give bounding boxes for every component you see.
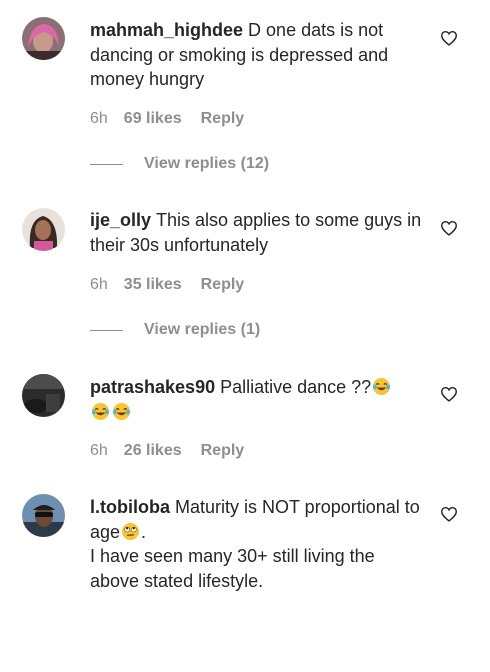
heart-outline-icon[interactable] [440, 386, 458, 402]
divider-line [90, 329, 123, 331]
comment-text: Palliative dance ?? [220, 377, 372, 397]
comment-time: 6h [90, 442, 108, 459]
avatar[interactable] [22, 208, 65, 251]
comment-username[interactable]: l.tobiloba [90, 497, 170, 517]
comment-body: patrashakes90 Palliative dance ?? [90, 375, 425, 424]
view-replies-label: View replies (12) [144, 155, 270, 172]
comment-text-end: . [141, 521, 147, 542]
avatar[interactable] [22, 374, 65, 417]
comment-likes[interactable]: 69 likes [124, 110, 182, 128]
comment-username[interactable]: patrashakes90 [90, 377, 215, 397]
reply-button[interactable]: Reply [201, 276, 245, 294]
view-replies-button[interactable]: View replies (1) [90, 321, 260, 339]
comment-time: 6h [90, 110, 108, 127]
comment-text-line: I have seen many 30+ still living the ab… [90, 546, 380, 591]
heart-outline-icon[interactable] [440, 506, 458, 522]
comment-body: mahmah_highdee D one dats is not dancing … [90, 18, 425, 92]
view-replies-label: View replies (1) [144, 321, 261, 338]
avatar[interactable] [22, 494, 65, 537]
comment-meta: 6h 26 likes Reply [90, 442, 244, 460]
comment-likes[interactable]: 35 likes [124, 276, 182, 294]
comment-body: ije_olly This also applies to some guys i… [90, 208, 425, 257]
view-replies-button[interactable]: View replies (12) [90, 155, 269, 173]
heart-outline-icon[interactable] [440, 30, 458, 46]
reply-button[interactable]: Reply [201, 442, 245, 460]
face-with-tears-of-joy-icon [373, 377, 391, 396]
comment-likes[interactable]: 26 likes [124, 442, 182, 460]
comment-meta: 6h 69 likes Reply [90, 110, 244, 128]
divider-line [90, 163, 123, 165]
comment-username[interactable]: ije_olly [90, 210, 151, 230]
comment-body: l.tobiloba Maturity is NOT proportional t… [90, 495, 425, 593]
face-with-tears-of-joy-icon [91, 402, 110, 420]
face-with-rolling-eyes-icon [121, 522, 140, 540]
reply-button[interactable]: Reply [201, 110, 245, 128]
heart-outline-icon[interactable] [440, 220, 458, 236]
avatar[interactable] [22, 17, 65, 60]
face-with-tears-of-joy-icon [112, 402, 131, 420]
comment-meta: 6h 35 likes Reply [90, 276, 244, 294]
comment-username[interactable]: mahmah_highdee [90, 20, 243, 40]
comment-time: 6h [90, 276, 108, 293]
